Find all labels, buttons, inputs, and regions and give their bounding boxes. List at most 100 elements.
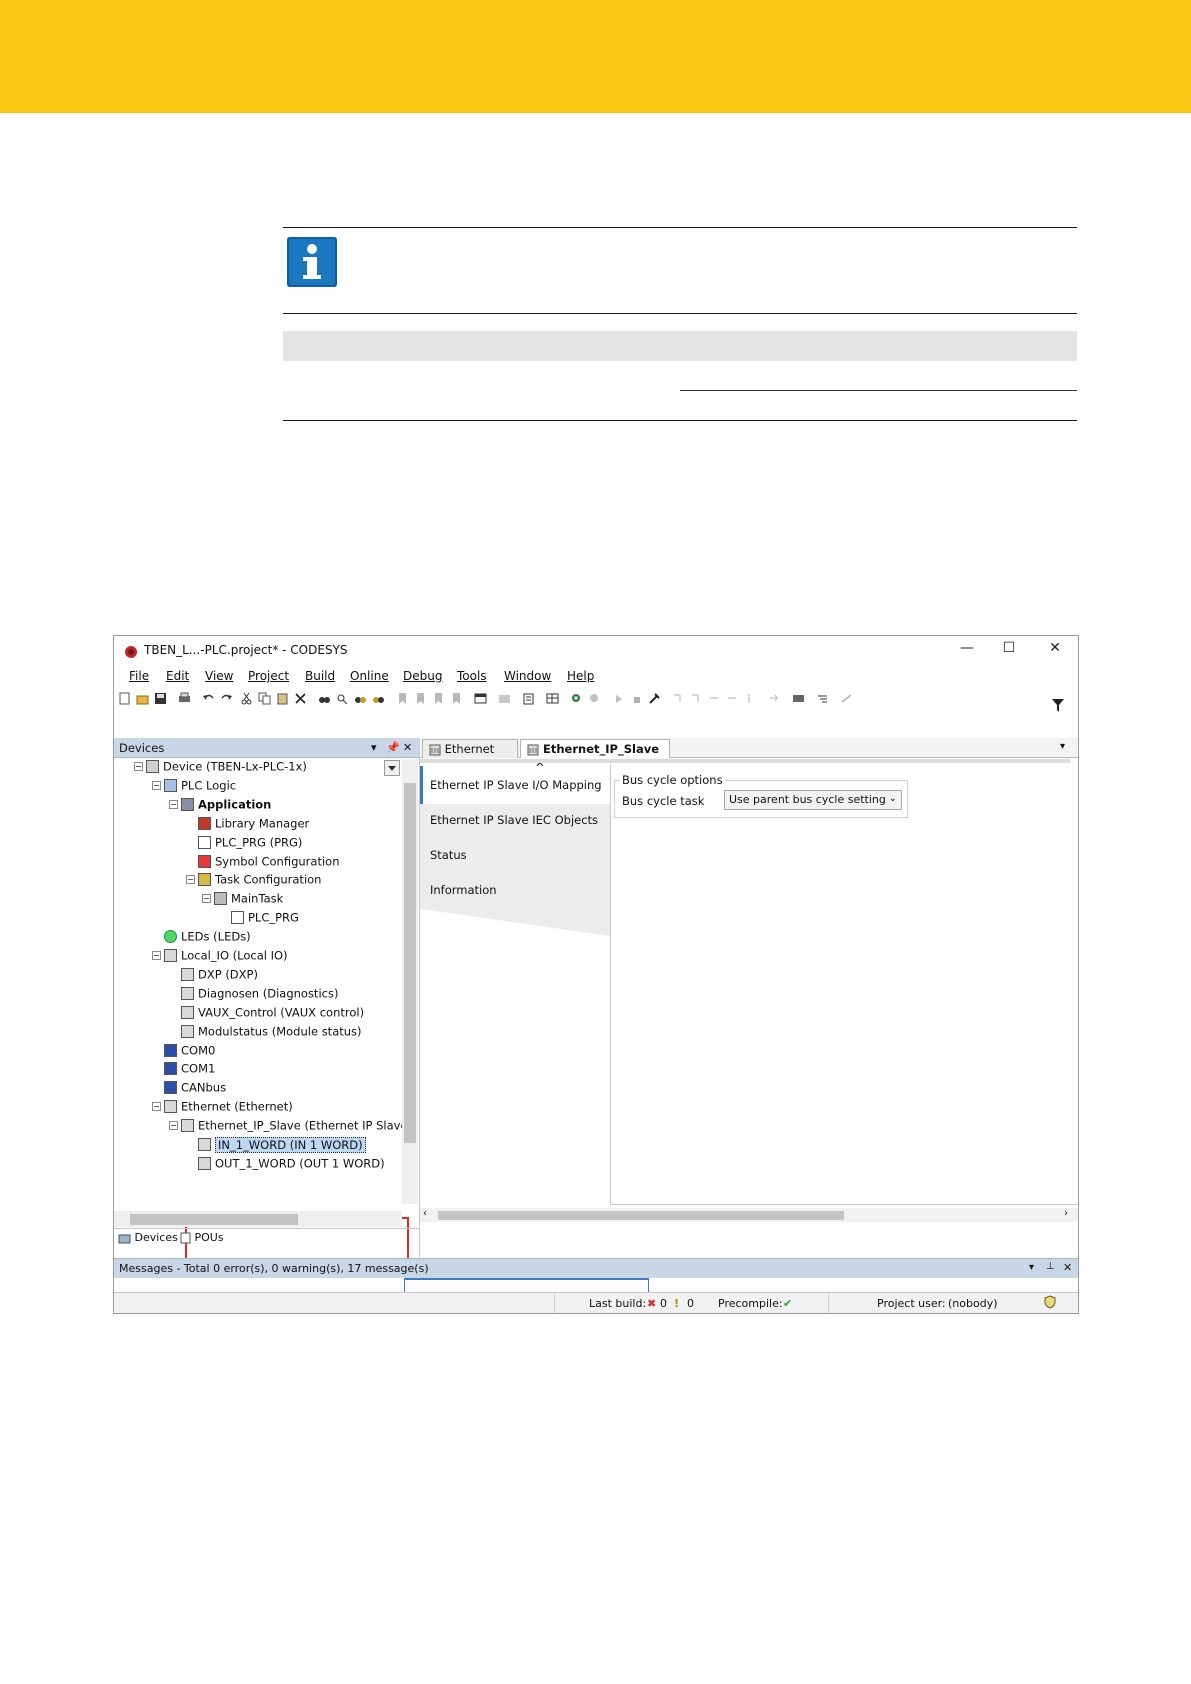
tree-node[interactable]: − MainTask — [202, 891, 283, 909]
messages-bar[interactable]: Messages - Total 0 error(s), 0 warning(s… — [114, 1258, 1078, 1278]
write-values-icon[interactable] — [792, 692, 805, 705]
tree-vertical-scroll-thumb[interactable] — [404, 783, 416, 1143]
minimize-button[interactable]: — — [952, 640, 982, 660]
delete-icon[interactable] — [294, 692, 307, 705]
tree-node[interactable]: Diagnosen (Diagnostics) — [169, 986, 338, 1004]
tree-node[interactable]: CANbus — [152, 1080, 226, 1098]
breakpoint-icon[interactable] — [726, 692, 739, 705]
maximize-button[interactable]: ☐ — [994, 640, 1024, 660]
bus-cycle-task-select[interactable]: Use parent bus cycle setting ⌄ — [724, 790, 902, 810]
step-out-icon[interactable] — [708, 692, 721, 705]
run-to-cursor-icon[interactable] — [744, 692, 757, 705]
stop-icon[interactable] — [630, 692, 643, 705]
messages-close-icon[interactable]: ✕ — [1063, 1261, 1072, 1274]
tree-toggle-icon[interactable]: − — [134, 762, 143, 771]
paste-icon[interactable] — [276, 692, 289, 705]
undo-icon[interactable] — [202, 692, 215, 705]
force-values-icon[interactable] — [816, 692, 829, 705]
tab-ethernet-ip-slave[interactable]: Ethernet_IP_Slave ✕ — [520, 739, 670, 770]
tree-toggle-icon[interactable]: − — [152, 1102, 161, 1112]
tree-node[interactable]: PLC_PRG (PRG) — [186, 835, 302, 853]
login-icon[interactable] — [570, 692, 583, 705]
menu-build[interactable]: Build — [305, 669, 335, 683]
tree-node[interactable]: − Device (TBEN-Lx-PLC-1x) — [134, 759, 307, 777]
subnav-io-mapping[interactable]: Ethernet IP Slave I/O Mapping — [430, 778, 602, 792]
messages-dropdown-icon[interactable]: ▾ — [1029, 1262, 1034, 1273]
tree-node[interactable]: − Ethernet (Ethernet) — [152, 1099, 293, 1117]
tab-devices[interactable]: Devices — [118, 1231, 178, 1244]
cut-icon[interactable] — [240, 692, 253, 705]
tree-node[interactable]: − Task Configuration — [186, 872, 321, 890]
menu-tools[interactable]: Tools — [457, 669, 487, 683]
subnav-status[interactable]: Status — [430, 848, 467, 862]
device-grid-icon[interactable] — [546, 692, 559, 705]
tree-horizontal-scroll-thumb[interactable] — [130, 1214, 298, 1225]
tree-node[interactable]: PLC_PRG — [219, 910, 299, 928]
menu-edit[interactable]: Edit — [166, 669, 189, 683]
tab-list-dropdown-icon[interactable]: ▾ — [1060, 741, 1065, 752]
tab-pous[interactable]: POUs — [180, 1231, 224, 1244]
menu-window[interactable]: Window — [504, 669, 551, 683]
unforce-icon[interactable] — [840, 692, 853, 705]
tree-dropdown-icon[interactable] — [384, 760, 400, 776]
menu-help[interactable]: Help — [567, 669, 594, 683]
panel-dropdown-icon[interactable]: ▾ — [371, 741, 377, 754]
tree-toggle-icon[interactable]: − — [152, 951, 161, 960]
build-icon[interactable] — [498, 692, 511, 705]
tree-node[interactable]: − Ethernet_IP_Slave (Ethernet IP Slave) — [169, 1118, 412, 1136]
tree-toggle-icon[interactable]: − — [186, 875, 195, 885]
tree-node[interactable]: DXP (DXP) — [169, 967, 258, 985]
find-icon[interactable] — [318, 692, 331, 705]
messages-pin-icon[interactable]: ⊥ — [1046, 1261, 1055, 1272]
find-next-icon[interactable] — [354, 692, 367, 705]
tree-node[interactable]: OUT_1_WORD (OUT 1 WORD) — [186, 1156, 385, 1174]
menu-view[interactable]: View — [205, 669, 233, 683]
new-file-icon[interactable] — [118, 692, 131, 705]
menu-debug[interactable]: Debug — [403, 669, 442, 683]
close-button[interactable]: ✕ — [1040, 640, 1070, 660]
security-shield-icon[interactable] — [1044, 1295, 1056, 1309]
subnav-iec-objects[interactable]: Ethernet IP Slave IEC Objects — [430, 813, 598, 827]
rebuild-icon[interactable] — [522, 692, 535, 705]
menu-online[interactable]: Online — [350, 669, 389, 683]
tree-node[interactable]: Symbol Configuration — [186, 854, 339, 872]
panel-close-icon[interactable]: ✕ — [403, 741, 412, 754]
tab-ethernet[interactable]: Ethernet — [422, 739, 518, 758]
bookmark-icon[interactable] — [396, 692, 409, 705]
scroll-left-icon[interactable]: ‹ — [423, 1208, 427, 1219]
tree-node[interactable]: Library Manager — [186, 816, 309, 834]
editor-horizontal-scroll-thumb[interactable] — [438, 1211, 844, 1220]
step-over-icon[interactable] — [672, 692, 685, 705]
tree-node[interactable]: Modulstatus (Module status) — [169, 1024, 362, 1042]
save-icon[interactable] — [154, 692, 167, 705]
next-bookmark-icon[interactable] — [414, 692, 427, 705]
reset-icon[interactable] — [648, 692, 661, 705]
copy-icon[interactable] — [258, 692, 271, 705]
clear-bookmarks-icon[interactable] — [450, 692, 463, 705]
menu-project[interactable]: Project — [248, 669, 289, 683]
redo-icon[interactable] — [220, 692, 233, 705]
tree-node[interactable]: − Local_IO (Local IO) — [152, 948, 288, 966]
tree-node[interactable]: COM0 — [152, 1043, 215, 1061]
tree-node[interactable]: − Application — [169, 797, 271, 815]
tree-toggle-icon[interactable]: − — [169, 799, 178, 809]
open-folder-icon[interactable] — [136, 692, 149, 705]
previous-bookmark-icon[interactable] — [432, 692, 445, 705]
menu-file[interactable]: File — [129, 669, 149, 683]
tree-node[interactable]: VAUX_Control (VAUX control) — [169, 1005, 364, 1023]
tree-toggle-icon[interactable]: − — [202, 894, 211, 904]
find-previous-icon[interactable] — [372, 692, 385, 705]
tree-toggle-icon[interactable]: − — [152, 780, 161, 790]
step-into-icon[interactable] — [690, 692, 703, 705]
start-icon[interactable] — [612, 692, 625, 705]
window-icon[interactable] — [474, 692, 487, 705]
tree-node[interactable]: − PLC Logic — [152, 778, 236, 796]
scroll-right-icon[interactable]: › — [1064, 1208, 1068, 1219]
logout-icon[interactable] — [588, 692, 601, 705]
next-statement-icon[interactable] — [768, 692, 781, 705]
tree-toggle-icon[interactable]: − — [169, 1121, 178, 1131]
subnav-information[interactable]: Information — [430, 883, 497, 897]
tree-node[interactable]: LEDs (LEDs) — [152, 929, 251, 947]
tree-node[interactable]: IN_1_WORD (IN 1 WORD) — [186, 1136, 366, 1155]
tree-node[interactable]: COM1 — [152, 1061, 215, 1079]
